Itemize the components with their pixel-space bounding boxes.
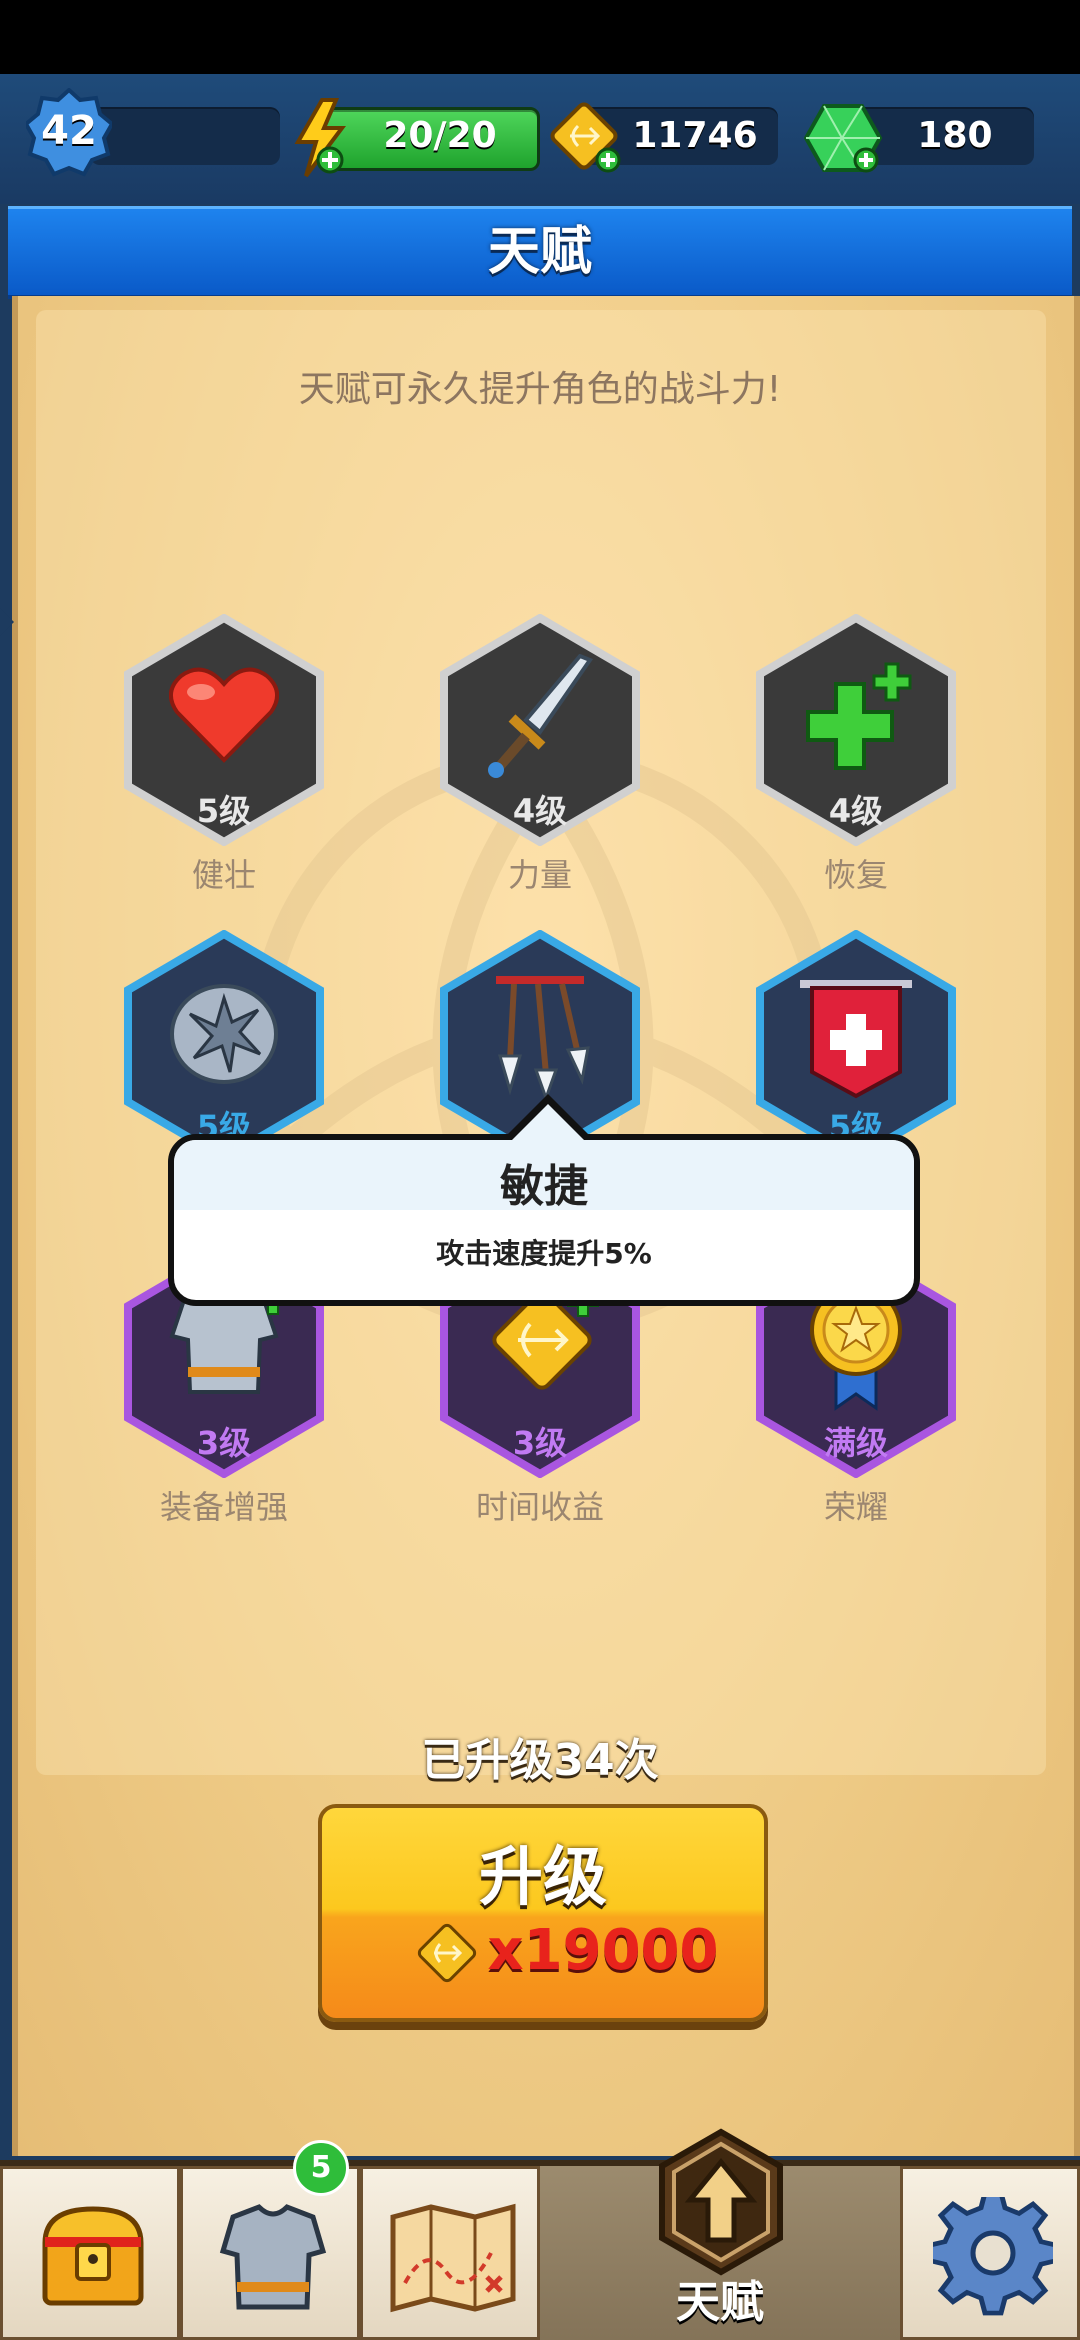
talent-strength[interactable]: 4级	[440, 614, 640, 846]
lightning-icon	[294, 98, 346, 178]
gold-value: 11746	[632, 115, 758, 156]
sword-icon	[488, 654, 594, 778]
nav-talent-button[interactable]	[656, 2128, 786, 2280]
talent-recovery[interactable]: 4级	[756, 614, 956, 846]
heal-plus-icon	[806, 662, 912, 770]
talent-name: 恢复	[823, 856, 888, 894]
talent-name: 荣耀	[823, 1488, 888, 1526]
treasure-chest-icon	[42, 2206, 144, 2306]
nav-settings[interactable]	[900, 2166, 1080, 2340]
tooltip-title: 敏捷	[500, 1161, 588, 1212]
spiked-shield-icon	[170, 984, 278, 1084]
banner-icon	[800, 980, 912, 1099]
side-tab-arrow-icon	[0, 608, 14, 636]
gem-value: 180	[917, 115, 993, 156]
gem-icon	[803, 104, 883, 173]
nav-map[interactable]	[360, 2166, 540, 2340]
talent-name: 时间收益	[475, 1488, 604, 1526]
upgrade-button[interactable]: 升级 x19000	[318, 1804, 768, 2022]
gold-coin-icon	[550, 102, 621, 173]
armor-nav-icon	[219, 2204, 327, 2310]
talent-level: 满级	[823, 1424, 888, 1462]
tooltip-pointer-fill	[510, 1104, 586, 1142]
talent-level: 4级	[512, 792, 568, 830]
gem-add-button[interactable]	[803, 98, 884, 182]
talent-name: 健壮	[191, 856, 256, 894]
page-title: 天赋	[487, 222, 592, 282]
xp-bar	[90, 107, 280, 165]
talent-defense[interactable]: 5级	[124, 930, 324, 1162]
energy-add-button[interactable]	[292, 98, 352, 182]
upgrade-arrow-icon	[659, 2128, 783, 2276]
talent-level: 3级	[512, 1424, 568, 1462]
gold-add-button[interactable]	[548, 100, 624, 180]
nav-shop[interactable]	[0, 2166, 180, 2340]
heart-icon	[169, 667, 279, 763]
arrows-icon	[496, 976, 590, 1100]
subtitle: 天赋可永久提升角色的战斗力!	[298, 369, 782, 410]
tooltip-description: 攻击速度提升5%	[436, 1237, 652, 1270]
talent-level: 4级	[828, 792, 884, 830]
upgrade-count: 已升级34次	[421, 1735, 659, 1786]
equipment-badge: 5	[293, 2140, 349, 2196]
upgrade-cost: x19000	[487, 1918, 719, 1983]
level-value: 42	[41, 108, 97, 154]
talent-name: 装备增强	[159, 1488, 288, 1526]
gear-icon	[933, 2197, 1053, 2316]
talent-banner[interactable]: 5级	[756, 930, 956, 1162]
upgrade-button-label: 升级	[479, 1841, 607, 1915]
level-badge[interactable]: 42	[23, 87, 115, 180]
talent-health[interactable]: 5级	[124, 614, 324, 846]
talent-level: 3级	[196, 1424, 252, 1462]
status-bar	[0, 0, 1080, 74]
talent-name: 力量	[507, 856, 572, 894]
talent-tooltip: 敏捷 攻击速度提升5%	[168, 1134, 920, 1306]
talent-level: 5级	[196, 792, 252, 830]
map-icon	[390, 2203, 516, 2313]
title-bar: 天赋	[8, 206, 1072, 299]
energy-value: 20/20	[383, 115, 497, 156]
